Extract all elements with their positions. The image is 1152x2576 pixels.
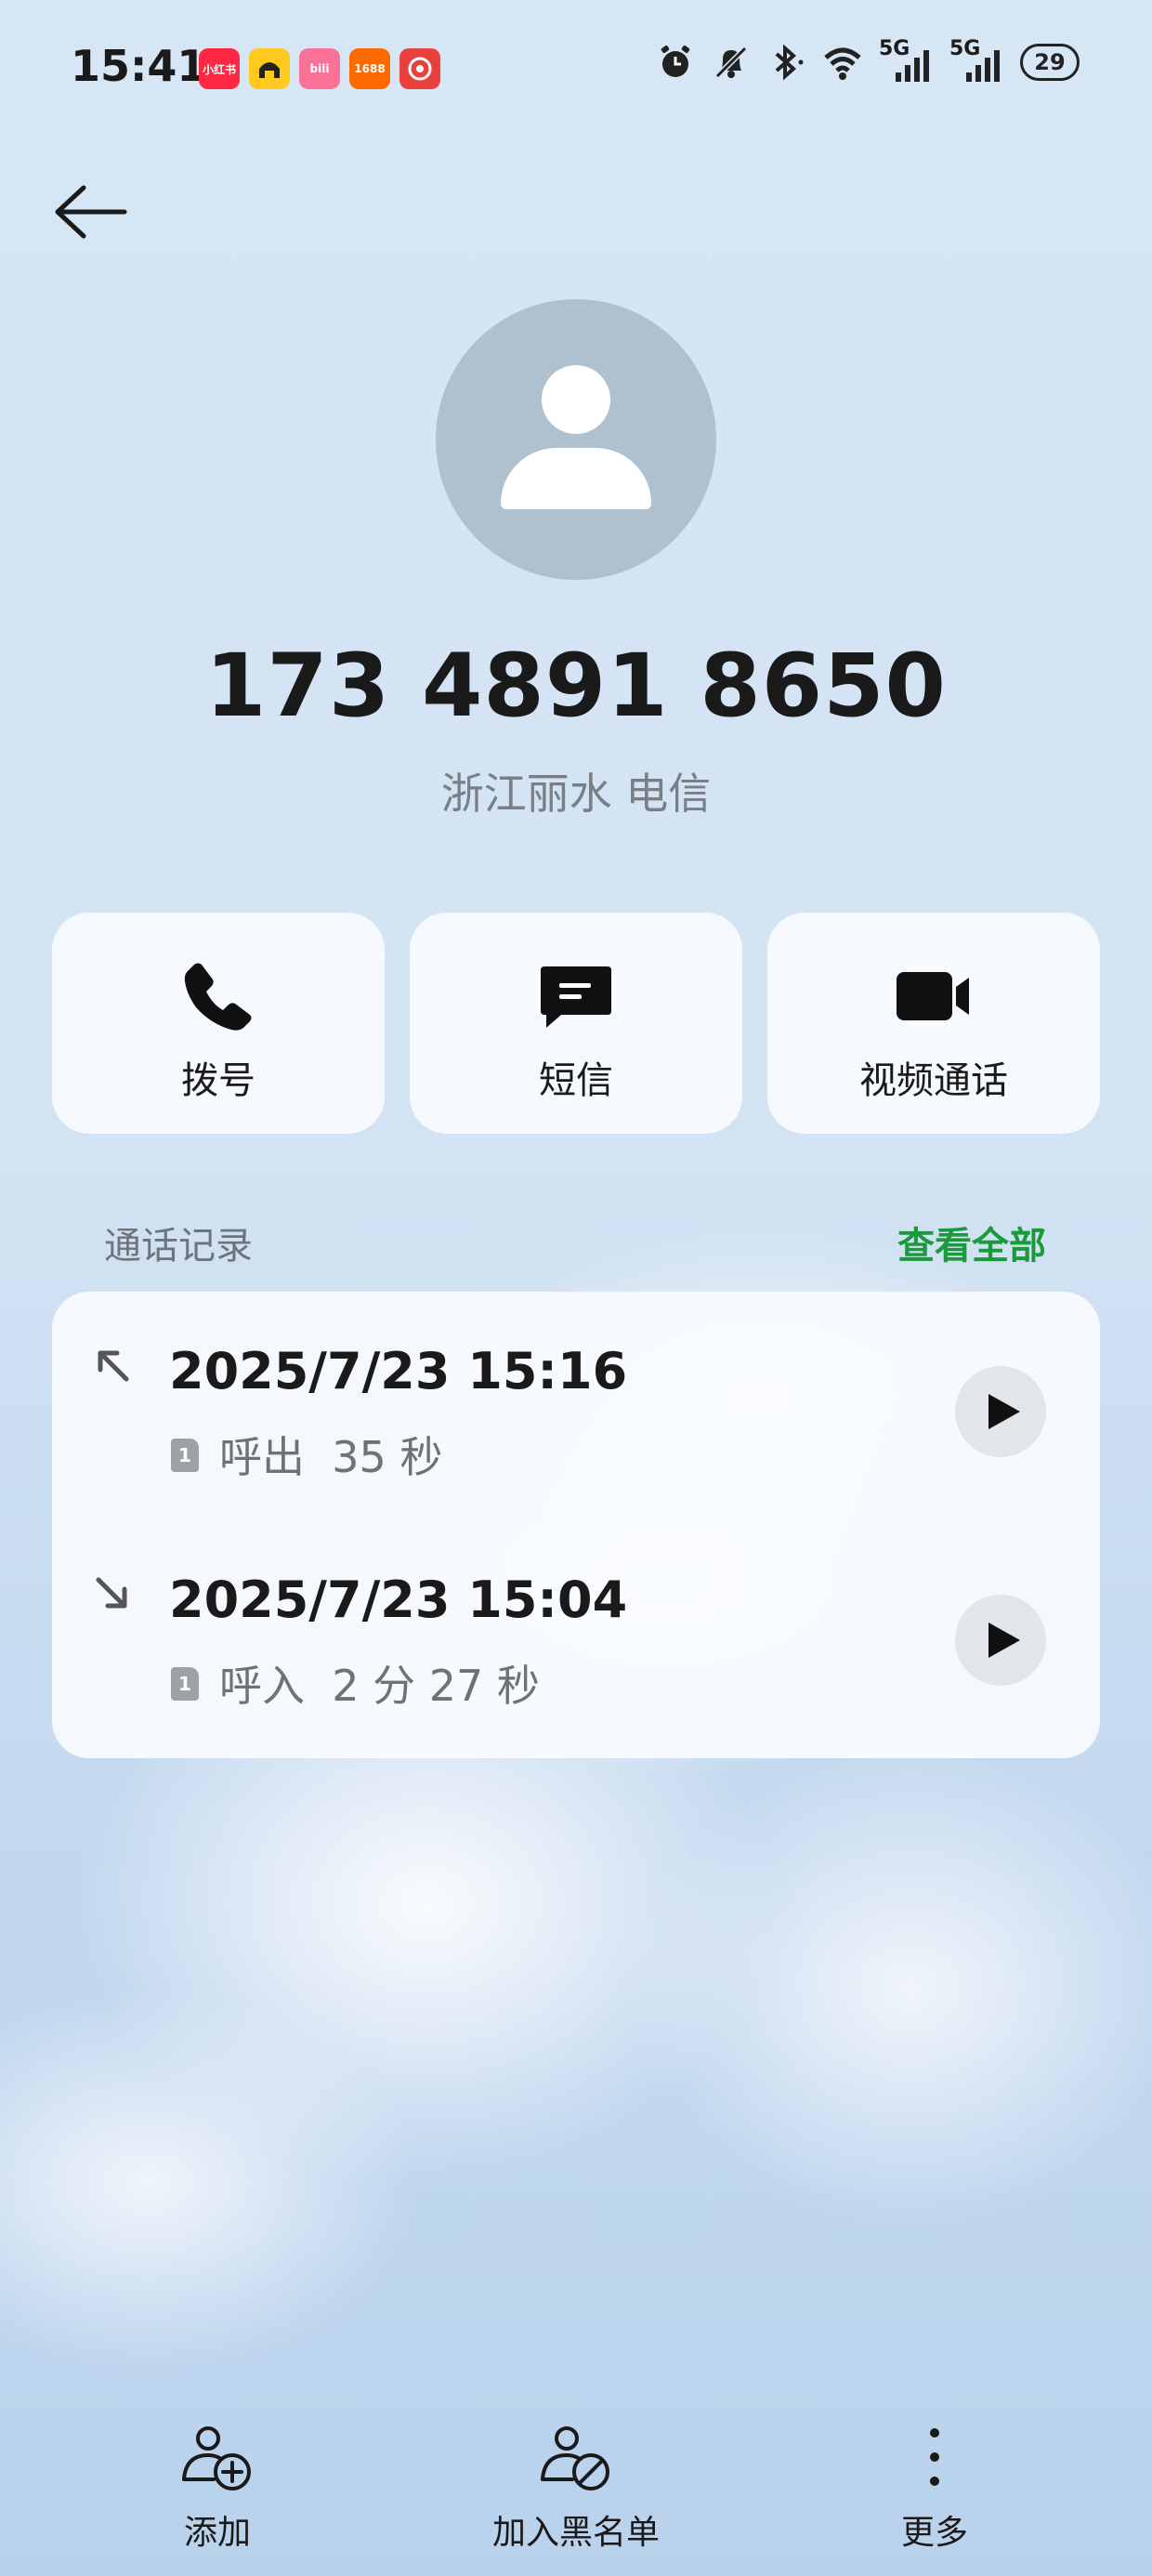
bluetooth-icon	[775, 44, 804, 81]
call-detail: 呼出 35 秒	[219, 1432, 443, 1482]
call-detail: 呼入 2 分 27 秒	[219, 1661, 540, 1711]
outgoing-call-arrow-icon	[98, 1350, 129, 1382]
call-log-item[interactable]: 2025/7/23 15:16 1 呼出 35 秒	[52, 1292, 1100, 1505]
call-log-card: 2025/7/23 15:16 1 呼出 35 秒 2025/7/23 15:0…	[52, 1292, 1100, 1758]
add-contact-label: 添加	[183, 2514, 251, 2552]
add-person-icon	[182, 2426, 251, 2491]
video-call-label: 视频通话	[859, 1059, 1008, 1102]
call-datetime: 2025/7/23 15:04	[169, 1571, 628, 1629]
sim-card-icon: 1	[171, 1439, 199, 1472]
block-number-label: 加入黑名单	[491, 2514, 660, 2552]
avatar-body	[501, 448, 651, 509]
alarm-icon	[661, 46, 690, 77]
back-arrow-icon[interactable]	[52, 182, 130, 242]
call-log-title: 通话记录	[104, 1225, 253, 1268]
notification-app-icons: 小红书 bili 1688	[199, 48, 440, 89]
number-location: 浙江丽水 电信	[440, 769, 712, 819]
call-button[interactable]: 拨号	[52, 913, 385, 1134]
wifi-icon	[824, 47, 861, 80]
more-vertical-icon	[930, 2428, 939, 2486]
signal-bars-icon	[966, 50, 1000, 82]
sms-label: 短信	[539, 1059, 613, 1102]
cell-signal-1: 5G	[879, 37, 933, 82]
add-contact-button[interactable]: 添加	[78, 2424, 357, 2554]
call-log-item[interactable]: 2025/7/23 15:04 1 呼入 2 分 27 秒	[52, 1520, 1100, 1734]
call-datetime: 2025/7/23 15:16	[169, 1342, 628, 1400]
contact-avatar	[436, 299, 716, 580]
mute-bell-icon	[714, 46, 748, 79]
play-recording-button[interactable]	[955, 1366, 1046, 1457]
amap-icon	[249, 48, 290, 89]
status-time: 15:41	[71, 41, 207, 91]
view-all-link[interactable]: 查看全部	[897, 1216, 1046, 1269]
phone-icon	[184, 963, 252, 1031]
incoming-call-arrow-icon	[96, 1577, 127, 1609]
call-label: 拨号	[181, 1059, 255, 1102]
bilibili-icon: bili	[299, 48, 340, 89]
sms-button[interactable]: 短信	[410, 913, 742, 1134]
signal-bars-icon	[896, 50, 929, 82]
phone-number: 173 4891 8650	[205, 636, 947, 737]
battery-indicator: 29	[1020, 44, 1080, 81]
sim-card-icon: 1	[171, 1667, 199, 1701]
avatar-head	[542, 365, 610, 434]
block-number-button[interactable]: 加入黑名单	[437, 2424, 715, 2554]
play-recording-button[interactable]	[955, 1595, 1046, 1686]
message-icon	[541, 966, 611, 1028]
shopping-icon	[399, 48, 440, 89]
video-camera-icon	[897, 972, 969, 1020]
1688-icon: 1688	[349, 48, 390, 89]
play-icon	[988, 1394, 1020, 1429]
block-person-icon	[541, 2426, 609, 2491]
play-icon	[988, 1623, 1020, 1658]
video-call-button[interactable]: 视频通话	[767, 913, 1100, 1134]
status-indicators: 5G 5G 29	[656, 37, 1080, 82]
cell-signal-2: 5G	[949, 37, 1003, 82]
status-bar: 15:41 小红书 bili 1688 5G 5G 29	[0, 0, 1152, 139]
more-options-button[interactable]: 更多	[795, 2424, 1074, 2554]
xiaohongshu-icon: 小红书	[199, 48, 240, 89]
more-options-label: 更多	[900, 2514, 968, 2552]
